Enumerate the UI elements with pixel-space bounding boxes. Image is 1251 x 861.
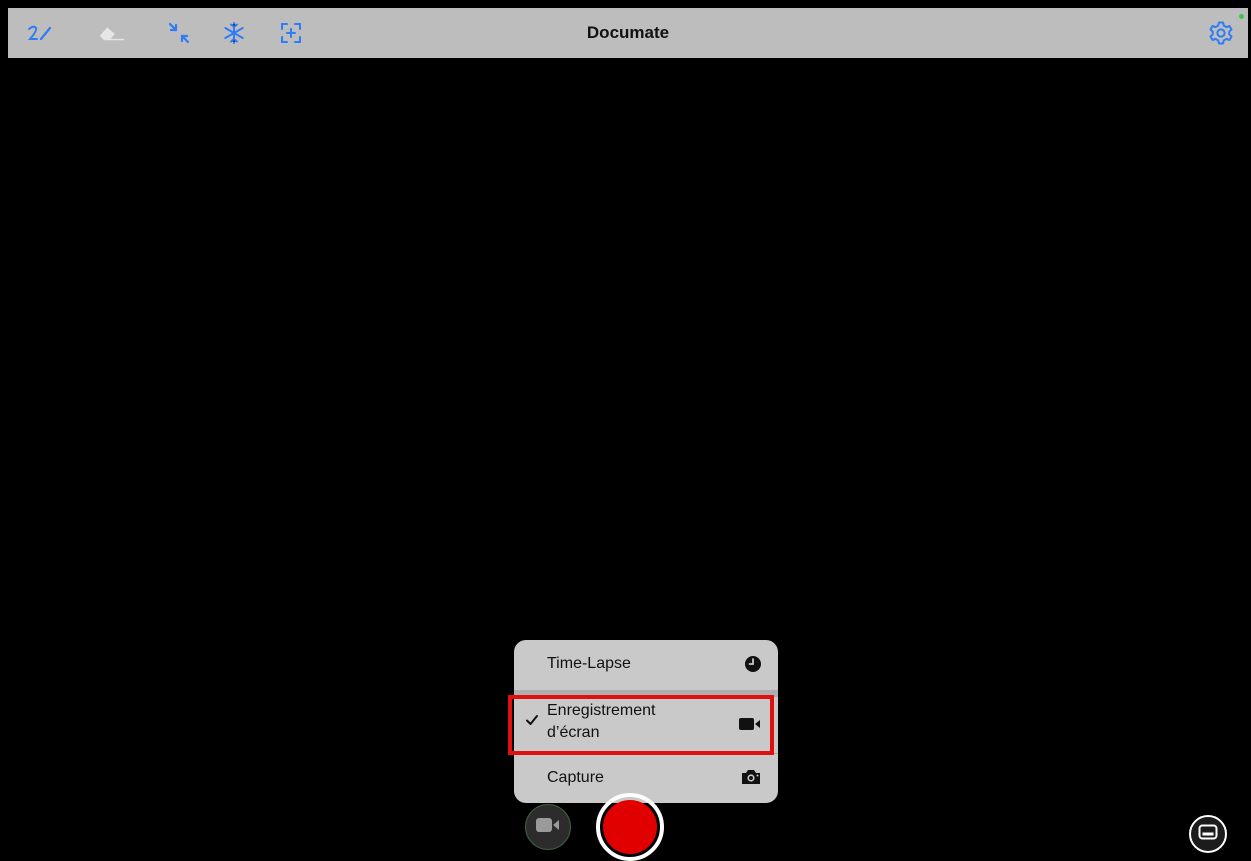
record-dot [603, 800, 657, 854]
status-indicator [1239, 14, 1244, 19]
video-camera-icon [738, 716, 762, 737]
capture-mode-menu: Time-Lapse Enregistrement d’écran Captur… [514, 640, 778, 803]
caption-icon [1198, 824, 1218, 845]
record-button[interactable] [596, 793, 664, 861]
menu-item-label-line2: d’écran [547, 724, 600, 741]
menu-item-label: Time-Lapse [547, 655, 631, 672]
clock-icon [744, 655, 762, 678]
top-toolbar: Documate [8, 8, 1248, 58]
caption-button[interactable] [1189, 815, 1227, 853]
focus-icon[interactable] [275, 17, 307, 49]
collapse-icon[interactable] [163, 17, 195, 49]
menu-item-screen-recording[interactable]: Enregistrement d’écran [514, 697, 778, 753]
menu-item-label: Capture [547, 769, 604, 786]
pen-icon[interactable] [26, 17, 58, 49]
camera-icon [740, 768, 762, 791]
eraser-icon[interactable] [96, 17, 128, 49]
menu-item-label: Enregistrement [547, 702, 656, 719]
menu-item-capture[interactable]: Capture [514, 754, 778, 803]
freeze-icon[interactable] [218, 17, 250, 49]
gear-icon[interactable] [1205, 17, 1237, 49]
capture-mode-button[interactable] [525, 804, 571, 850]
menu-divider [514, 690, 778, 697]
checkmark-icon [525, 713, 539, 732]
menu-item-time-lapse[interactable]: Time-Lapse [514, 640, 778, 690]
video-camera-icon [534, 816, 562, 839]
